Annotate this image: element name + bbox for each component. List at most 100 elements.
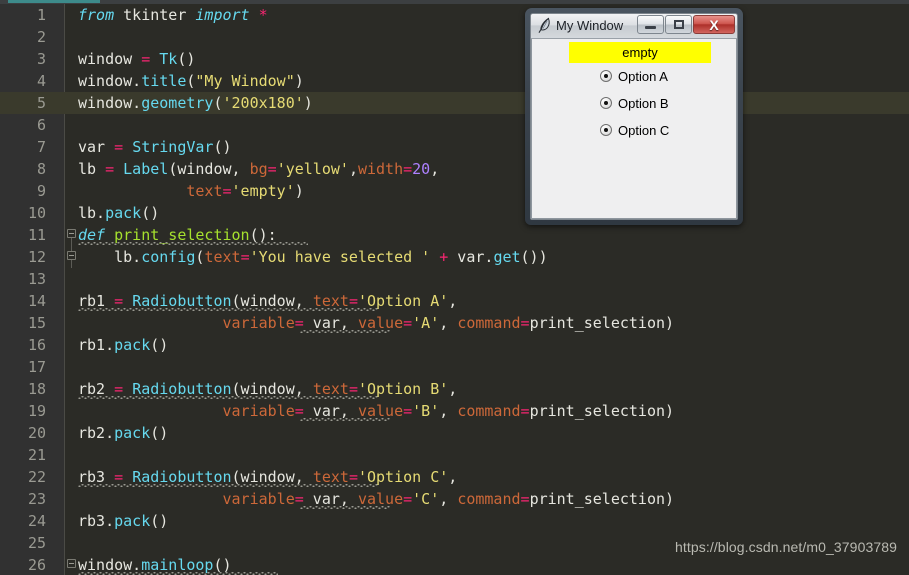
- line-number: 20: [27, 424, 46, 442]
- line-number: 21: [27, 446, 46, 464]
- tkinter-client-area: empty Option A Option B Option C: [531, 39, 737, 219]
- radio-label: Option B: [618, 95, 669, 111]
- code-line[interactable]: 16 rb1.pack(): [0, 334, 909, 356]
- code-text: lb = Label(window, bg='yellow',width=20,: [78, 160, 440, 178]
- line-number: 14: [27, 292, 46, 310]
- code-text: from tkinter import *: [78, 6, 268, 24]
- code-line[interactable]: 4 window.title("My Window"): [0, 70, 909, 92]
- code-line[interactable]: 19 variable= var, value='B', command=pri…: [0, 400, 909, 422]
- code-line[interactable]: 6: [0, 114, 909, 136]
- line-number: 3: [36, 50, 46, 68]
- close-button[interactable]: X: [693, 15, 735, 34]
- code-line[interactable]: 10 lb.pack(): [0, 202, 909, 224]
- code-line[interactable]: 23 variable= var, value='C', command=pri…: [0, 488, 909, 510]
- code-line[interactable]: 22 rb3 = Radiobutton(window, text='Option…: [0, 466, 909, 488]
- code-line[interactable]: 9 text='empty'): [0, 180, 909, 202]
- tkinter-window[interactable]: My Window X empty Option A Option B Opti…: [525, 8, 743, 225]
- feather-icon: [537, 17, 553, 34]
- line-number: 15: [27, 314, 46, 332]
- code-line[interactable]: 26 window.mainloop(): [0, 554, 909, 575]
- screenshot-root: 1 from tkinter import * 2 3 window = Tk() 4 wi…: [0, 0, 909, 575]
- inspection-underline: [300, 418, 390, 421]
- inspection-underline: [78, 396, 378, 399]
- code-line[interactable]: 5 window.geometry('200x180'): [0, 92, 909, 114]
- radio-label: Option C: [618, 122, 670, 138]
- code-lines-container[interactable]: 1 from tkinter import * 2 3 window = Tk() 4 wi…: [0, 4, 909, 575]
- radio-indicator-icon: [600, 97, 612, 109]
- tkinter-window-title: My Window: [556, 18, 624, 33]
- code-line[interactable]: 14 rb1 = Radiobutton(window, text='Option…: [0, 290, 909, 312]
- radio-option-c[interactable]: Option C: [600, 121, 669, 139]
- tkinter-window-frame: My Window X empty Option A Option B Opti…: [530, 13, 738, 220]
- code-line[interactable]: 18 rb2 = Radiobutton(window, text='Option…: [0, 378, 909, 400]
- line-number: 11: [27, 226, 46, 244]
- code-fold-marker[interactable]: [66, 224, 78, 246]
- line-number: 12: [27, 248, 46, 266]
- inspection-underline: [78, 308, 378, 311]
- code-line[interactable]: 13: [0, 268, 909, 290]
- inspection-underline: [78, 242, 308, 245]
- line-number: 6: [36, 116, 46, 134]
- code-line[interactable]: 21: [0, 444, 909, 466]
- inspection-underline: [300, 330, 390, 333]
- line-number: 22: [27, 468, 46, 486]
- line-number: 4: [36, 72, 46, 90]
- code-line[interactable]: 3 window = Tk(): [0, 48, 909, 70]
- minimize-icon: [645, 26, 656, 29]
- line-number: 8: [36, 160, 46, 178]
- code-text: rb1.pack(): [78, 336, 169, 354]
- line-number: 13: [27, 270, 46, 288]
- radio-label: Option A: [618, 68, 668, 84]
- line-number: 25: [27, 534, 46, 552]
- line-number: 2: [36, 28, 46, 46]
- code-line[interactable]: 7 var = StringVar(): [0, 136, 909, 158]
- maximize-icon: [674, 20, 684, 29]
- line-number: 19: [27, 402, 46, 420]
- line-number: 24: [27, 512, 46, 530]
- line-number: 18: [27, 380, 46, 398]
- tkinter-titlebar[interactable]: My Window X: [531, 14, 737, 39]
- watermark-url: https://blog.csdn.net/m0_37903789: [674, 539, 897, 555]
- code-line[interactable]: 24 rb3.pack(): [0, 510, 909, 532]
- code-fold-marker[interactable]: [66, 554, 78, 575]
- code-line[interactable]: 20 rb2.pack(): [0, 422, 909, 444]
- code-line[interactable]: 15 variable= var, value='A', command=pri…: [0, 312, 909, 334]
- inspection-underline: [300, 506, 390, 509]
- line-number: 9: [36, 182, 46, 200]
- code-text: lb.config(text='You have selected ' + va…: [78, 248, 548, 266]
- code-line[interactable]: 1 from tkinter import *: [0, 4, 909, 26]
- line-number: 10: [27, 204, 46, 222]
- code-fold-marker[interactable]: [66, 246, 78, 268]
- code-line[interactable]: 8 lb = Label(window, bg='yellow',width=20…: [0, 158, 909, 180]
- code-editor[interactable]: 1 from tkinter import * 2 3 window = Tk() 4 wi…: [0, 4, 909, 575]
- active-tab-indicator: [8, 0, 100, 3]
- radio-indicator-icon: [600, 124, 612, 136]
- code-line[interactable]: 11 def print_selection():: [0, 224, 909, 246]
- line-number: 17: [27, 358, 46, 376]
- code-text: rb3.pack(): [78, 512, 169, 530]
- code-text: window = Tk(): [78, 50, 196, 68]
- code-text: var = StringVar(): [78, 138, 232, 156]
- line-number: 5: [36, 94, 46, 112]
- radio-option-a[interactable]: Option A: [600, 67, 668, 85]
- code-text: window.geometry('200x180'): [78, 94, 313, 112]
- window-controls[interactable]: X: [637, 15, 735, 34]
- close-icon: X: [709, 16, 719, 33]
- code-line[interactable]: 17: [0, 356, 909, 378]
- line-number: 16: [27, 336, 46, 354]
- code-line[interactable]: 2: [0, 26, 909, 48]
- code-text: lb.pack(): [78, 204, 160, 222]
- code-line[interactable]: 12 lb.config(text='You have selected ' +…: [0, 246, 909, 268]
- code-text: text='empty'): [186, 182, 304, 200]
- minimize-button[interactable]: [637, 15, 664, 34]
- radio-indicator-icon: [600, 70, 612, 82]
- status-label: empty: [569, 42, 711, 63]
- code-text: window.title("My Window"): [78, 72, 304, 90]
- line-number: 26: [27, 556, 46, 574]
- inspection-underline: [78, 484, 378, 487]
- radio-option-b[interactable]: Option B: [600, 94, 669, 112]
- code-text: rb2.pack(): [78, 424, 169, 442]
- maximize-button[interactable]: [665, 15, 692, 34]
- line-number: 1: [36, 6, 46, 24]
- line-number: 23: [27, 490, 46, 508]
